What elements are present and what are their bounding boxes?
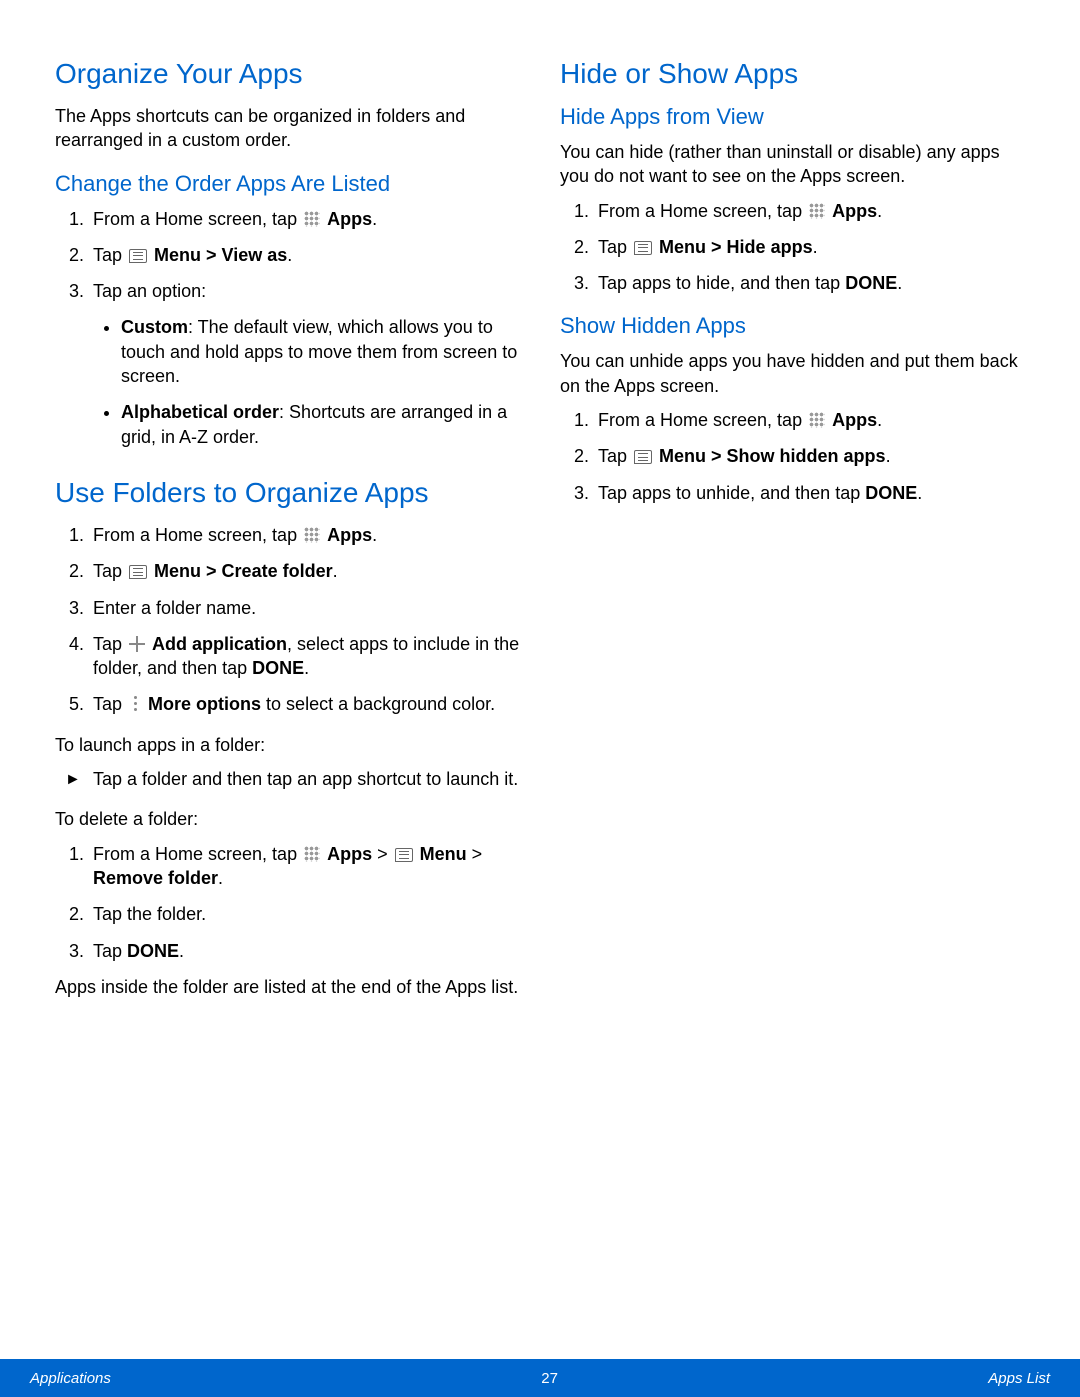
menu-icon xyxy=(129,249,147,263)
step: Tap the folder. xyxy=(89,902,520,926)
hide-steps: From a Home screen, tap Apps. Tap Menu >… xyxy=(560,199,1025,296)
step: Tap apps to hide, and then tap DONE. xyxy=(594,271,1025,295)
apps-icon xyxy=(304,211,320,227)
apps-icon xyxy=(809,412,825,428)
menu-icon xyxy=(129,565,147,579)
delete-intro: To delete a folder: xyxy=(55,807,520,831)
heading-use-folders: Use Folders to Organize Apps xyxy=(55,477,520,509)
show-intro: You can unhide apps you have hidden and … xyxy=(560,349,1025,398)
step: From a Home screen, tap Apps. xyxy=(594,408,1025,432)
plus-icon xyxy=(129,636,145,652)
list-item: Alphabetical order: Shortcuts are arrang… xyxy=(121,400,520,449)
hide-intro: You can hide (rather than uninstall or d… xyxy=(560,140,1025,189)
heading-hide-view: Hide Apps from View xyxy=(560,104,1025,130)
step: Tap apps to unhide, and then tap DONE. xyxy=(594,481,1025,505)
step: Tap More options to select a background … xyxy=(89,692,520,716)
apps-icon xyxy=(304,527,320,543)
step: Tap DONE. xyxy=(89,939,520,963)
page-content: Organize Your Apps The Apps shortcuts ca… xyxy=(0,0,1080,1009)
apps-icon xyxy=(809,203,825,219)
step: Tap Menu > Show hidden apps. xyxy=(594,444,1025,468)
heading-change-order: Change the Order Apps Are Listed xyxy=(55,171,520,197)
step: Tap Menu > Create folder. xyxy=(89,559,520,583)
step: From a Home screen, tap Apps. xyxy=(89,207,520,231)
footer-left: Applications xyxy=(30,1370,111,1387)
step: Enter a folder name. xyxy=(89,596,520,620)
menu-icon xyxy=(634,241,652,255)
delete-steps: From a Home screen, tap Apps > Menu > Re… xyxy=(55,842,520,963)
launch-intro: To launch apps in a folder: xyxy=(55,733,520,757)
list-item: Custom: The default view, which allows y… xyxy=(121,315,520,388)
list-item: Tap a folder and then tap an app shortcu… xyxy=(65,767,520,791)
step: Tap Add application, select apps to incl… xyxy=(89,632,520,681)
delete-note: Apps inside the folder are listed at the… xyxy=(55,975,520,999)
change-order-steps: From a Home screen, tap Apps. Tap Menu >… xyxy=(55,207,520,449)
step: Tap Menu > Hide apps. xyxy=(594,235,1025,259)
heading-hide-show: Hide or Show Apps xyxy=(560,58,1025,90)
option-list: Custom: The default view, which allows y… xyxy=(93,315,520,448)
step: From a Home screen, tap Apps. xyxy=(594,199,1025,223)
step: From a Home screen, tap Apps > Menu > Re… xyxy=(89,842,520,891)
heading-organize-apps: Organize Your Apps xyxy=(55,58,520,90)
page-number: 27 xyxy=(541,1370,558,1387)
folder-steps: From a Home screen, tap Apps. Tap Menu >… xyxy=(55,523,520,717)
step: From a Home screen, tap Apps. xyxy=(89,523,520,547)
page-footer: Applications 27 Apps List xyxy=(0,1359,1080,1397)
step: Tap an option: Custom: The default view,… xyxy=(89,279,520,449)
organize-intro: The Apps shortcuts can be organized in f… xyxy=(55,104,520,153)
step: Tap Menu > View as. xyxy=(89,243,520,267)
left-column: Organize Your Apps The Apps shortcuts ca… xyxy=(55,50,520,1009)
more-options-icon xyxy=(131,696,139,712)
menu-icon xyxy=(634,450,652,464)
show-steps: From a Home screen, tap Apps. Tap Menu >… xyxy=(560,408,1025,505)
footer-right: Apps List xyxy=(988,1370,1050,1387)
launch-steps: Tap a folder and then tap an app shortcu… xyxy=(55,767,520,791)
right-column: Hide or Show Apps Hide Apps from View Yo… xyxy=(560,50,1025,1009)
apps-icon xyxy=(304,846,320,862)
menu-icon xyxy=(395,848,413,862)
heading-show-hidden: Show Hidden Apps xyxy=(560,313,1025,339)
